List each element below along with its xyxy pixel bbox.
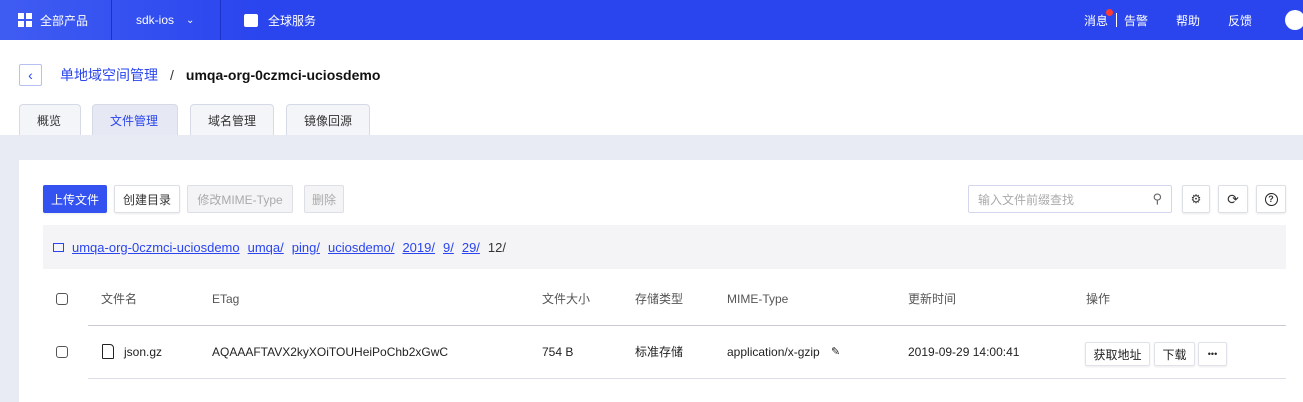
select-all-checkbox[interactable] [56,293,68,305]
column-header: MIME-Type [727,292,789,306]
help-icon: ? [1264,192,1278,206]
search-placeholder: 输入文件前缀查找 [978,192,1075,207]
project-selector[interactable]: sdk-ios ⌄ [136,0,194,40]
search-icon: ⚲ [1152,191,1162,206]
tab-overview[interactable]: 概览 [19,104,81,136]
column-header: 操作 [1086,292,1111,306]
top-nav: 全部产品 sdk-ios ⌄ 全球服务 消息 告警 帮助 反馈 [0,0,1303,40]
more-icon[interactable]: ••• [1198,342,1227,366]
table-header: 文件名 ETag 文件大小 存储类型 MIME-Type 更新时间 操作 [43,284,1286,314]
alerts-link[interactable]: 告警 [1124,0,1148,40]
refresh-icon: ⟳ [1227,190,1239,207]
globe-map-icon [244,13,258,27]
help-button[interactable]: ? [1256,185,1286,213]
mime-type: application/x-gzip [727,345,820,359]
grid-icon [18,13,32,27]
gear-icon: ⚙ [1190,192,1202,206]
get-url-button[interactable]: 获取地址 [1085,342,1150,366]
download-button[interactable]: 下载 [1154,342,1195,366]
storage-type: 标准存储 [635,345,684,359]
etag: AQAAAFTAVX2kyXOiTOUHeiPoChb2xGwC [212,345,449,359]
divider [88,325,1286,326]
column-header: 存储类型 [635,292,684,306]
avatar[interactable] [1285,10,1303,30]
modify-mime-button[interactable]: 修改MIME-Type [187,185,293,213]
file-size: 754 B [542,345,574,359]
path-current: 12/ [487,239,506,255]
global-services-menu[interactable]: 全球服务 [244,0,316,40]
delete-button[interactable]: 删除 [304,185,344,213]
tab-domain-management[interactable]: 域名管理 [190,104,274,136]
notification-dot [1106,9,1113,16]
divider [1116,13,1117,27]
path-segment[interactable]: 9/ [443,240,454,255]
feedback-link[interactable]: 反馈 [1228,0,1252,40]
tab-file-management[interactable]: 文件管理 [92,104,178,136]
global-services-label: 全球服务 [268,13,317,28]
breadcrumb-separator: / [170,67,174,83]
column-header: ETag [212,292,240,306]
path-segment[interactable]: 29/ [462,240,480,255]
all-products-menu[interactable]: 全部产品 [18,0,88,40]
table-row: json.gz AQAAAFTAVX2kyXOiTOUHeiPoChb2xGwC… [43,337,1286,367]
chevron-left-icon: ‹ [28,67,33,83]
search-input[interactable]: 输入文件前缀查找 ⚲ [968,185,1172,213]
create-directory-button[interactable]: 创建目录 [114,185,180,213]
chevron-down-icon: ⌄ [186,14,195,26]
row-checkbox[interactable] [56,346,68,358]
updated-time: 2019-09-29 14:00:41 [908,345,1020,359]
path-segment[interactable]: ping/ [292,240,320,255]
column-header: 文件名 [101,292,138,306]
messages-link[interactable]: 消息 [1084,0,1108,40]
file-name[interactable]: json.gz [124,337,162,367]
path-segment[interactable]: umqa/ [248,240,284,255]
divider [88,378,1286,379]
refresh-button[interactable]: ⟳ [1218,185,1248,213]
breadcrumb-current: umqa-org-0czmci-uciosdemo [185,67,381,83]
upload-file-button[interactable]: 上传文件 [43,185,107,213]
all-products-label: 全部产品 [40,13,89,28]
file-icon [102,344,114,359]
path-segment[interactable]: umqa-org-0czmci-uciosdemo [72,240,240,255]
project-label: sdk-ios [136,13,175,27]
edit-icon[interactable]: ✎ [831,337,840,367]
tab-mirror-origin[interactable]: 镜像回源 [286,104,370,136]
breadcrumb: ‹ 单地域空间管理 / umqa-org-0czmci-uciosdemo [19,64,380,86]
breadcrumb-parent[interactable]: 单地域空间管理 [60,65,158,85]
help-link[interactable]: 帮助 [1176,0,1200,40]
column-header: 更新时间 [908,292,957,306]
column-header: 文件大小 [542,292,591,306]
back-button[interactable]: ‹ [19,64,42,86]
path-segment[interactable]: 2019/ [402,240,435,255]
path-segment[interactable]: uciosdemo/ [328,240,394,255]
path-breadcrumb: umqa-org-0czmci-uciosdemo umqa/ ping/ uc… [43,225,1286,269]
bucket-icon [53,242,64,252]
settings-button[interactable]: ⚙ [1182,185,1210,213]
